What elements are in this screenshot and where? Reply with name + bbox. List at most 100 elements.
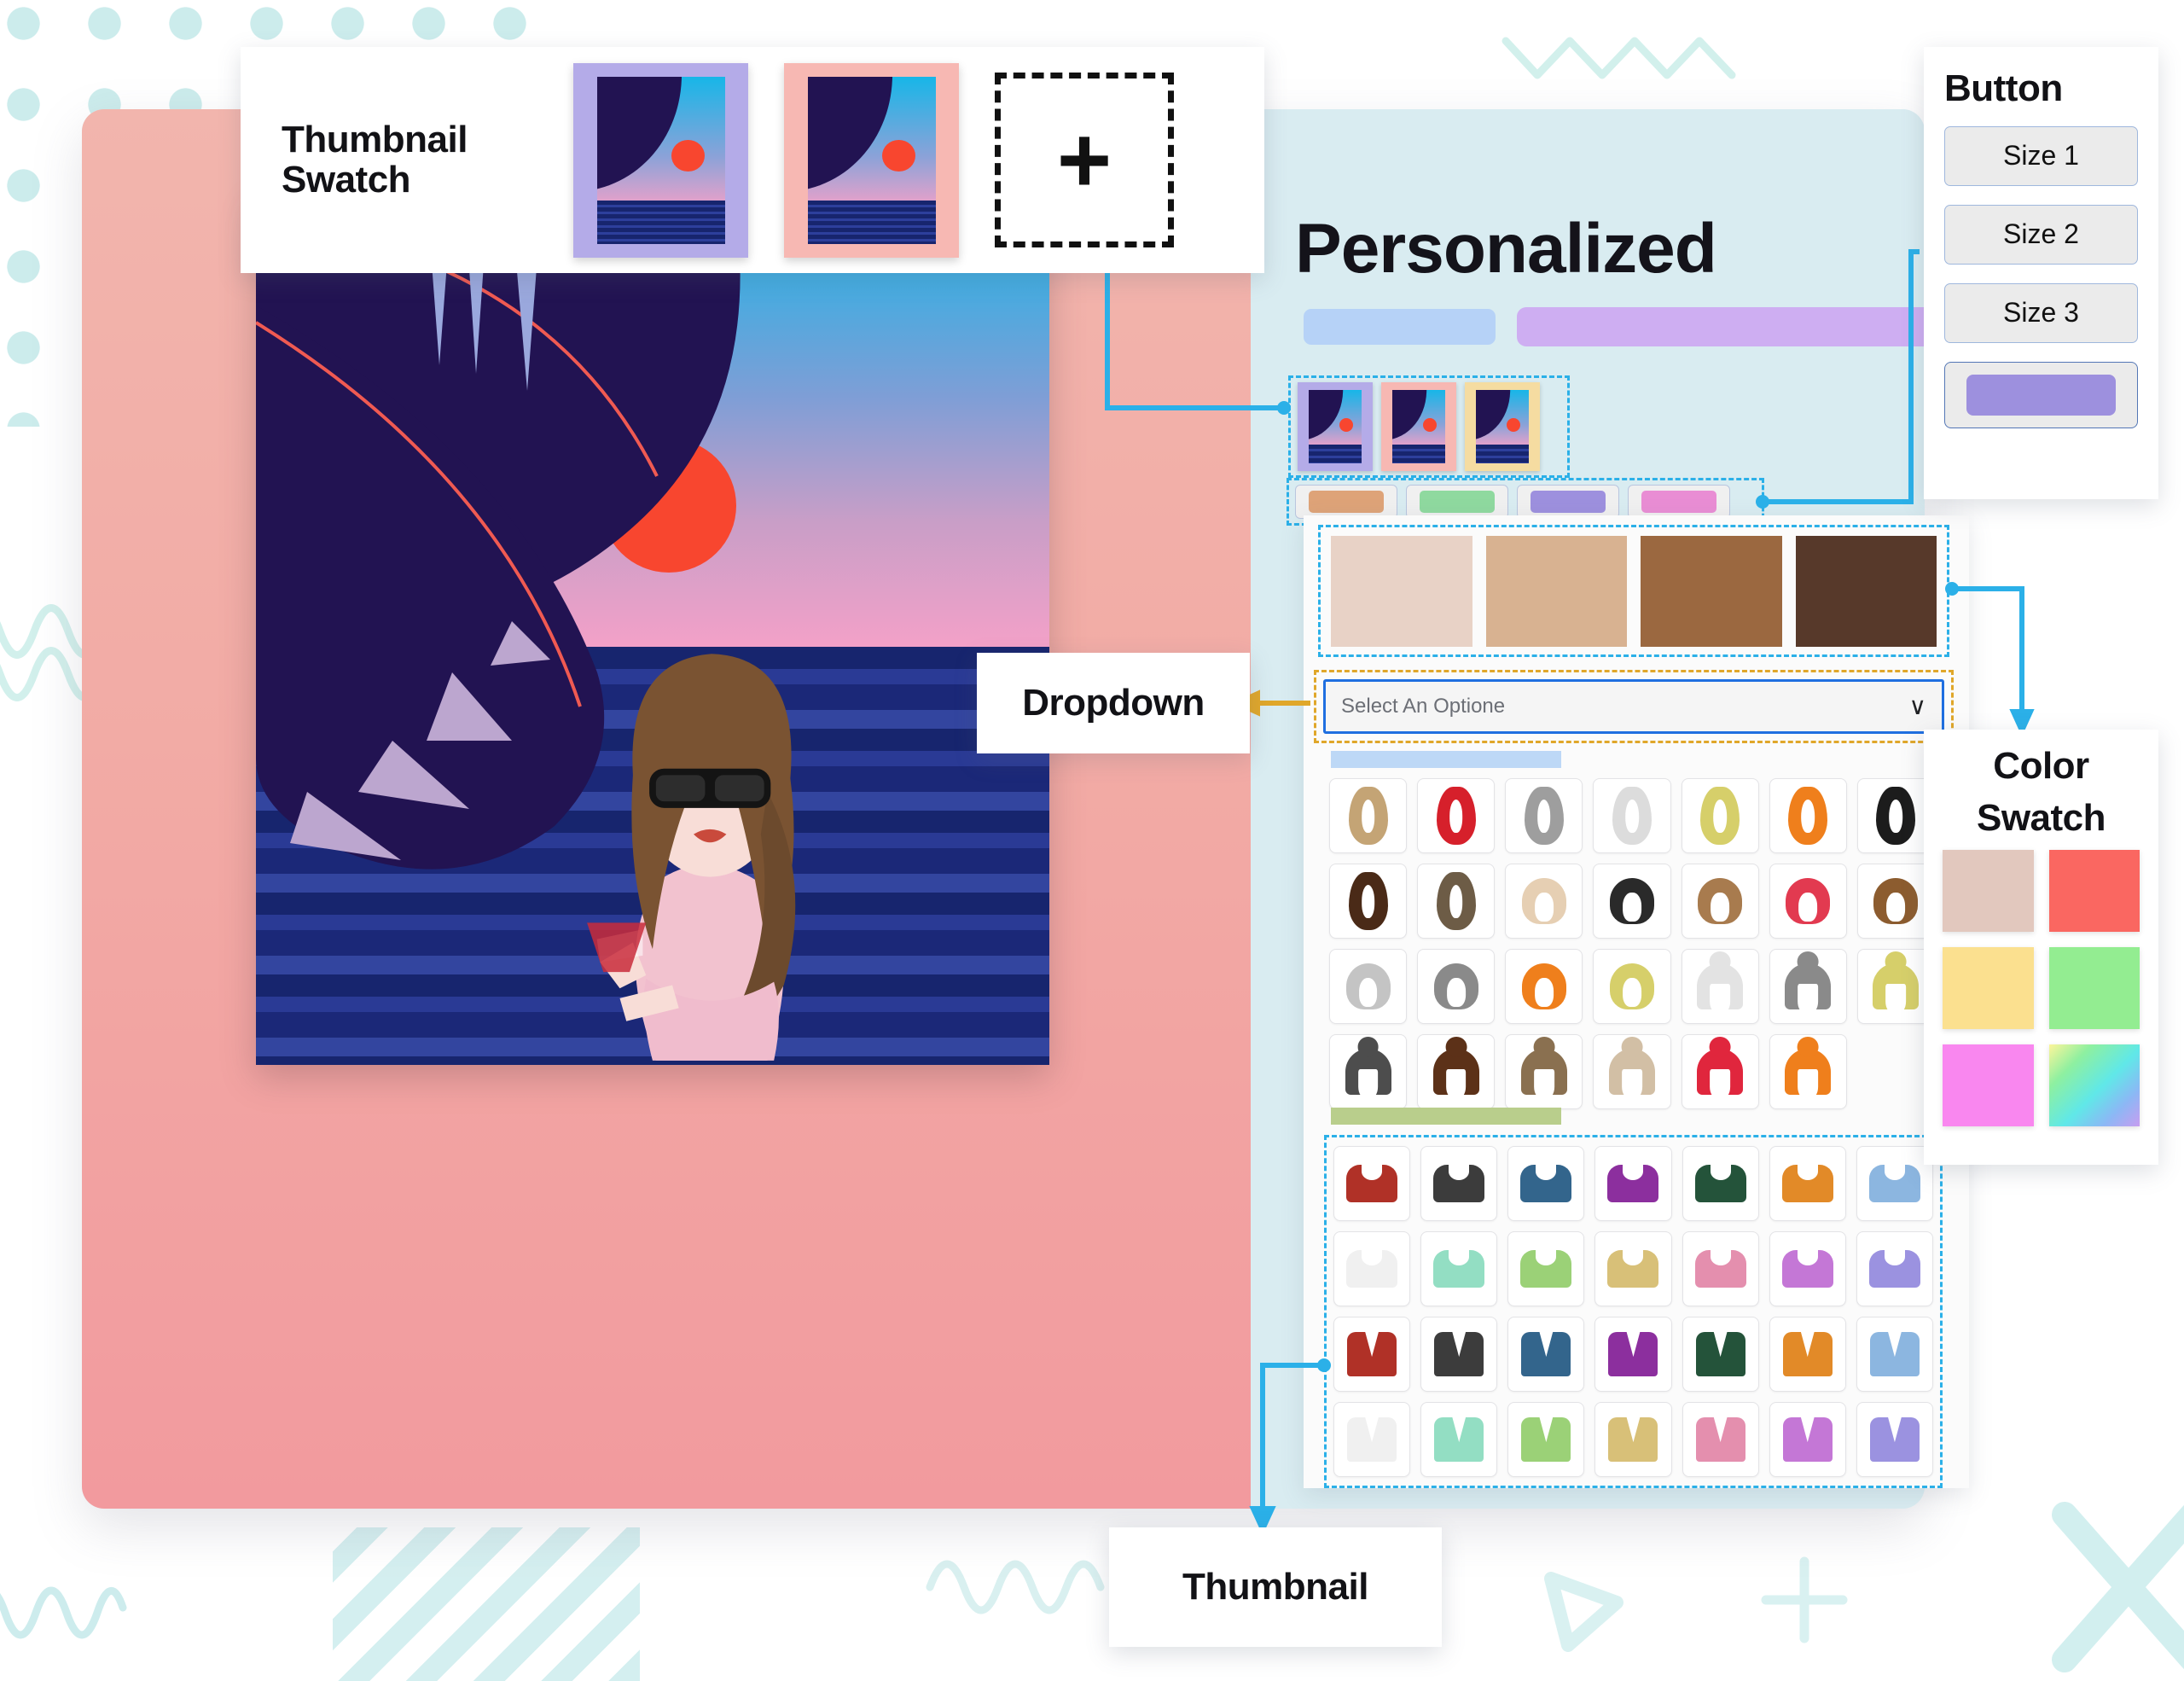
size-button-3[interactable]: Size 3 [1944, 282, 2138, 343]
clothing-thumbnail-21[interactable] [1856, 1317, 1933, 1392]
clothing-thumbnail-24[interactable] [1507, 1402, 1585, 1477]
clothing-thumbnail-20[interactable] [1769, 1317, 1846, 1392]
dropdown-placeholder: Select An Optione [1341, 695, 1506, 718]
clothing-thumbnail-1[interactable] [1333, 1146, 1411, 1221]
color-swatch-cell-1[interactable] [1943, 850, 2034, 933]
clothing-thumbnail-7[interactable] [1856, 1146, 1933, 1221]
skin-tone-swatch-3[interactable] [1641, 535, 1782, 647]
hair-thumbnail-11[interactable] [1593, 864, 1671, 939]
color-chip-button-1[interactable] [1295, 485, 1397, 519]
clothing-thumbnail-15[interactable] [1333, 1317, 1411, 1392]
clothing-thumbnail-9[interactable] [1420, 1231, 1498, 1306]
hair-thumbnail-10[interactable] [1505, 864, 1583, 939]
hair-thumbnail-grid[interactable] [1329, 778, 1935, 1109]
color-chip-button-3[interactable] [1517, 485, 1619, 519]
clothing-thumbnail-28[interactable] [1856, 1402, 1933, 1477]
clothing-thumbnail-18[interactable] [1594, 1317, 1672, 1392]
clothing-icon [1521, 1417, 1571, 1462]
color-swatch-grid[interactable] [1943, 850, 2140, 1127]
clothing-thumbnail-grid[interactable] [1324, 1135, 1943, 1488]
hair-thumbnail-17[interactable] [1505, 949, 1583, 1024]
hair-thumbnail-27[interactable] [1769, 1034, 1847, 1109]
clothing-thumbnail-14[interactable] [1856, 1231, 1933, 1306]
poster-preview[interactable] [256, 195, 1049, 1065]
clothing-thumbnail-26[interactable] [1682, 1402, 1759, 1477]
thumbnail-swatch-1[interactable] [1298, 382, 1373, 471]
hair-thumbnail-6[interactable] [1769, 778, 1847, 853]
hair-thumbnail-12[interactable] [1681, 864, 1759, 939]
hair-thumbnail-1[interactable] [1329, 778, 1408, 853]
thumbnail-swatch-preview-1[interactable] [573, 62, 748, 258]
color-swatch-cell-2[interactable] [2048, 850, 2140, 933]
hair-thumbnail-13[interactable] [1769, 864, 1847, 939]
hair-thumbnail-19[interactable] [1681, 949, 1759, 1024]
hair-thumbnail-26[interactable] [1681, 1034, 1759, 1109]
clothing-icon [1869, 1332, 1920, 1376]
clothing-thumbnail-25[interactable] [1594, 1402, 1672, 1477]
clothing-icon [1346, 1250, 1398, 1288]
size-button-2[interactable]: Size 2 [1944, 204, 2138, 265]
hair-thumbnail-3[interactable] [1505, 778, 1583, 853]
color-chip-button-4[interactable] [1628, 485, 1730, 519]
clothing-thumbnail-11[interactable] [1594, 1231, 1672, 1306]
clothing-thumbnail-27[interactable] [1769, 1402, 1846, 1477]
hair-thumbnail-2[interactable] [1417, 778, 1496, 853]
clothing-thumbnail-13[interactable] [1769, 1231, 1846, 1306]
hair-thumbnail-9[interactable] [1417, 864, 1496, 939]
color-swatch-cell-5[interactable] [1943, 1044, 2034, 1127]
callout-thumbnail-swatch-label: Thumbnail Swatch [282, 119, 537, 200]
color-swatch-cell-4[interactable] [2048, 947, 2140, 1030]
color-chip-button-2[interactable] [1406, 485, 1508, 519]
clothing-thumbnail-23[interactable] [1420, 1402, 1498, 1477]
skin-tone-swatch-4[interactable] [1795, 535, 1937, 647]
skin-tone-swatch-2[interactable] [1485, 535, 1627, 647]
hair-icon [1348, 787, 1388, 845]
clothing-icon [1520, 1165, 1572, 1202]
skin-tone-swatch-1[interactable] [1331, 535, 1472, 647]
hair-thumbnail-16[interactable] [1417, 949, 1496, 1024]
hair-icon [1873, 878, 1919, 924]
clothing-thumbnail-12[interactable] [1682, 1231, 1759, 1306]
color-swatch-cell-3[interactable] [1943, 947, 2034, 1030]
clothing-thumbnail-22[interactable] [1333, 1402, 1411, 1477]
hair-thumbnail-22[interactable] [1329, 1034, 1408, 1109]
hair-thumbnail-20[interactable] [1769, 949, 1847, 1024]
clothing-thumbnail-5[interactable] [1682, 1146, 1759, 1221]
hair-thumbnail-5[interactable] [1681, 778, 1759, 853]
clothing-thumbnail-2[interactable] [1420, 1146, 1498, 1221]
clothing-thumbnail-6[interactable] [1769, 1146, 1846, 1221]
size-button-list[interactable]: Size 1 Size 2 Size 3 [1944, 125, 2138, 343]
callout-color-swatch: Color Swatch [1924, 730, 2158, 1165]
hair-thumbnail-18[interactable] [1593, 949, 1671, 1024]
clothing-thumbnail-19[interactable] [1682, 1317, 1759, 1392]
hair-thumbnail-8[interactable] [1329, 864, 1408, 939]
thumbnail-swatch-preview-2[interactable] [784, 62, 959, 258]
add-thumbnail-button[interactable]: + [995, 73, 1174, 247]
clothing-thumbnail-8[interactable] [1333, 1231, 1411, 1306]
hair-thumbnail-4[interactable] [1593, 778, 1671, 853]
section-label-bar-hair [1331, 751, 1561, 768]
hair-thumbnail-23[interactable] [1417, 1034, 1496, 1109]
hair-thumbnail-15[interactable] [1329, 949, 1408, 1024]
clothing-thumbnail-17[interactable] [1507, 1317, 1585, 1392]
color-swatch-cell-6[interactable] [2048, 1044, 2140, 1127]
clothing-thumbnail-4[interactable] [1594, 1146, 1672, 1221]
clothing-thumbnail-3[interactable] [1507, 1146, 1585, 1221]
thumbnail-swatch-strip[interactable] [1288, 375, 1570, 478]
mini-poster-sea [1309, 444, 1362, 463]
primary-fill-button[interactable] [1944, 361, 2138, 428]
hair-icon [1788, 787, 1828, 845]
thumbnail-swatch-3[interactable] [1465, 382, 1540, 471]
chevron-down-icon[interactable]: ∨ [1909, 695, 1927, 718]
size-button-1[interactable]: Size 1 [1944, 125, 2138, 186]
dropdown-select[interactable]: Select An Optione ∨ [1323, 679, 1944, 734]
skin-tone-swatch-row[interactable] [1318, 525, 1949, 657]
mini-poster-sun [671, 139, 705, 172]
hair-thumbnail-25[interactable] [1593, 1034, 1671, 1109]
clothing-thumbnail-10[interactable] [1507, 1231, 1585, 1306]
hair-thumbnail-24[interactable] [1505, 1034, 1583, 1109]
color-chip-swatch [1420, 491, 1495, 513]
triangle-decoration [1544, 1572, 1623, 1652]
clothing-thumbnail-16[interactable] [1420, 1317, 1498, 1392]
thumbnail-swatch-2[interactable] [1381, 382, 1456, 471]
